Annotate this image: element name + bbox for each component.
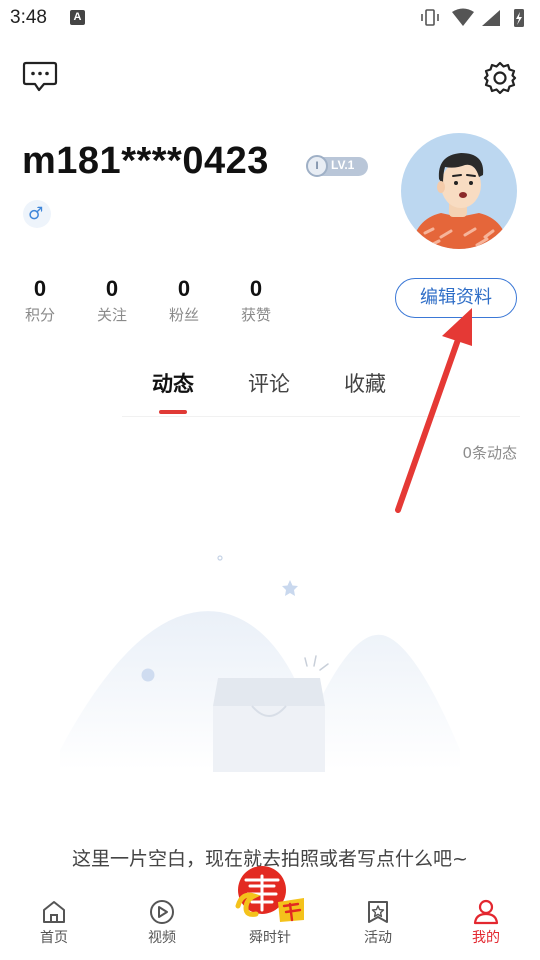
stat-value: 0 (249, 276, 263, 301)
signal-icon (482, 10, 500, 26)
level-text: LV.1 (331, 158, 355, 172)
status-time: 3:48 (10, 7, 47, 28)
tabbar-item-mine[interactable]: 我的 (451, 888, 521, 960)
status-icons (421, 8, 524, 27)
cartoon-avatar-icon (411, 153, 509, 249)
chat-bubble-icon[interactable] (22, 60, 58, 94)
tabbar-label: 舜时针 (249, 930, 291, 946)
stat-following[interactable]: 0 关注 (94, 276, 130, 325)
shunshizhen-logo-icon[interactable] (232, 866, 308, 924)
tabbar-item-video[interactable]: 视频 (127, 888, 197, 960)
notification-icon: A (70, 10, 85, 25)
level-coin-icon: I (306, 155, 328, 177)
tabbar-label: 我的 (472, 930, 500, 946)
stat-points[interactable]: 0 积分 (22, 276, 58, 325)
tab-favorites[interactable]: 收藏 (344, 368, 386, 398)
male-gender-icon: ♂ (28, 204, 44, 224)
vibrate-icon (421, 9, 439, 26)
stat-label: 粉丝 (168, 306, 199, 324)
tab-comments[interactable]: 评论 (248, 368, 290, 398)
video-play-icon (150, 900, 174, 924)
edit-profile-button[interactable]: 编辑资料 (395, 278, 517, 318)
home-icon (43, 901, 65, 923)
tabbar-item-activity[interactable]: 活动 (343, 888, 413, 960)
tab-posts[interactable]: 动态 (152, 368, 194, 398)
post-count: 0条动态 (462, 444, 517, 462)
avatar[interactable] (401, 133, 517, 249)
tabbar-label: 活动 (364, 930, 392, 946)
wifi-icon (452, 8, 474, 26)
gear-icon[interactable] (482, 60, 518, 96)
stat-label: 获赞 (240, 306, 271, 324)
tab-active-indicator (159, 410, 187, 414)
stat-label: 积分 (24, 306, 55, 324)
status-bar: 3:48 A (0, 0, 540, 36)
username: m181****0423 (22, 140, 269, 182)
stats-row: 0 积分 0 关注 0 粉丝 0 获赞 (22, 276, 342, 328)
level-badge[interactable]: I LV.1 (306, 155, 368, 177)
stat-followers[interactable]: 0 粉丝 (166, 276, 202, 325)
tabbar-label: 首页 (40, 930, 68, 946)
divider (122, 416, 520, 417)
stat-value: 0 (105, 276, 119, 301)
tabbar-item-home[interactable]: 首页 (19, 888, 89, 960)
tabbar-label: 视频 (148, 930, 176, 946)
stat-likes[interactable]: 0 获赞 (238, 276, 274, 325)
user-icon (473, 899, 499, 925)
stat-value: 0 (177, 276, 191, 301)
star-bookmark-icon (368, 901, 388, 923)
stat-value: 0 (33, 276, 47, 301)
empty-state-illustration (60, 555, 460, 772)
gender-badge: ♂ (23, 200, 51, 228)
content-tabs: 动态 评论 收藏 (0, 368, 540, 416)
bottom-tab-bar: 首页 视频 舜时针 活动 我的 (0, 866, 540, 960)
stat-label: 关注 (96, 306, 127, 324)
